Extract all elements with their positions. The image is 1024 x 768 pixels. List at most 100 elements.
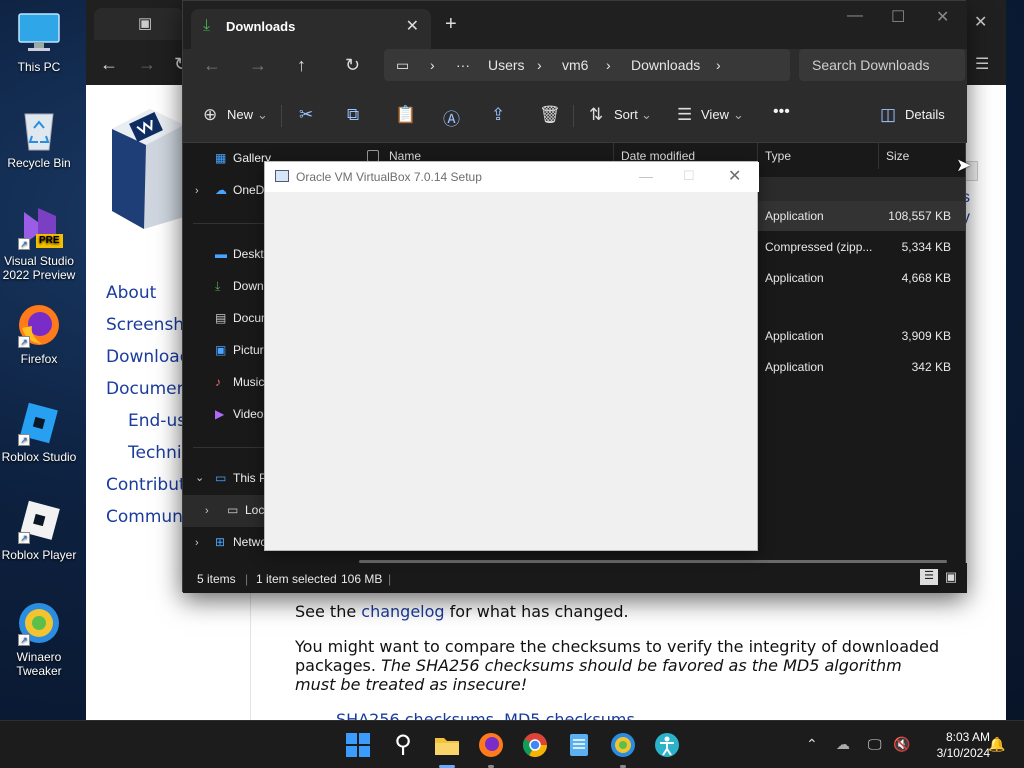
tab-label: Downloads bbox=[226, 19, 296, 34]
show-hidden-icons-chevron-up-icon[interactable]: ⌃ bbox=[806, 736, 818, 753]
desktop-icon-label: Winaero Tweaker bbox=[16, 650, 62, 678]
clock[interactable]: 8:03 AM 3/10/2024 bbox=[920, 729, 990, 761]
checksum-line: You might want to compare the checksums … bbox=[295, 637, 940, 656]
network-icon[interactable]: 🖵 bbox=[868, 736, 882, 753]
desktop-icon-recycle-bin[interactable]: Recycle Bin bbox=[0, 106, 78, 170]
chevron-right-icon[interactable]: › bbox=[195, 537, 199, 549]
close-tab-icon[interactable]: ✕ bbox=[406, 16, 419, 36]
search-icon[interactable]: ⚲ bbox=[389, 731, 417, 759]
desktop-icon-this-pc[interactable]: This PC bbox=[0, 10, 78, 74]
video-icon: ▶ bbox=[215, 407, 225, 421]
maximize-icon[interactable]: ☐ bbox=[683, 168, 695, 184]
up-icon[interactable]: ↑ bbox=[297, 55, 306, 76]
desktop-icon-winaero[interactable]: ↗ Winaero Tweaker bbox=[0, 600, 78, 678]
refresh-icon[interactable]: ↻ bbox=[345, 55, 360, 76]
music-icon: ♪ bbox=[215, 375, 221, 389]
tab-manager-icon[interactable]: ▣ bbox=[138, 14, 152, 32]
back-icon[interactable]: ← bbox=[100, 54, 118, 75]
desktop-icon-label: Visual Studio 2022 Preview bbox=[2, 254, 76, 282]
copy-icon[interactable]: ⧉ bbox=[347, 105, 359, 125]
mouse-cursor-icon: ➤ bbox=[956, 155, 972, 175]
firefox-icon bbox=[479, 733, 503, 757]
volume-muted-icon[interactable]: 🔇 bbox=[893, 736, 910, 753]
file-type: Compressed (zipp... bbox=[765, 240, 873, 254]
shortcut-arrow-icon: ↗ bbox=[18, 336, 30, 348]
nav-link-about[interactable]: About bbox=[106, 283, 156, 303]
sort-button[interactable]: Sort bbox=[614, 107, 638, 122]
nav-gallery[interactable]: ▦ Gallery bbox=[215, 151, 271, 165]
view-icon: ☰ bbox=[677, 105, 693, 124]
column-header-type[interactable]: Type bbox=[765, 149, 791, 163]
details-view-icon[interactable]: ☰ bbox=[920, 569, 938, 585]
picture-icon: ▣ bbox=[215, 343, 227, 357]
delete-icon[interactable]: 🗑 bbox=[539, 105, 561, 125]
checksum-links[interactable]: SHA256 checksums, MD5 checksums bbox=[336, 710, 635, 720]
desktop-icon-roblox-player[interactable]: ↗ Roblox Player bbox=[0, 498, 78, 562]
taskbar-accessibility-app[interactable] bbox=[653, 731, 681, 759]
address-bar[interactable]: ▭ › ··· Users › vm6 › Downloads › bbox=[384, 49, 790, 81]
large-icons-view-icon[interactable]: ▣ bbox=[942, 569, 960, 585]
view-button[interactable]: View bbox=[701, 107, 729, 122]
onedrive-cloud-icon[interactable]: ☁ bbox=[836, 736, 850, 753]
status-bar: 5 items | 1 item selected 106 MB | ☰ ▣ bbox=[183, 563, 967, 593]
forward-icon[interactable]: → bbox=[249, 55, 267, 76]
more-locations-icon[interactable]: ··· bbox=[456, 57, 470, 73]
close-window-icon[interactable]: ✕ bbox=[936, 7, 949, 27]
column-header-size[interactable]: Size bbox=[886, 149, 909, 163]
chevron-down-icon: ⌄ bbox=[641, 107, 652, 122]
nav-videos[interactable]: ▶ Videos bbox=[215, 407, 269, 421]
desktop-icon-label: Recycle Bin bbox=[7, 156, 71, 170]
italic-text: must be treated as insecure! bbox=[295, 675, 528, 694]
search-box[interactable]: Search Downloads bbox=[799, 49, 965, 81]
chevron-right-icon[interactable]: › bbox=[205, 505, 209, 517]
changelog-link[interactable]: changelog bbox=[361, 602, 444, 621]
chevron-down-icon: ⌄ bbox=[733, 107, 744, 122]
nav-music[interactable]: ♪ Music bbox=[215, 375, 264, 389]
back-icon[interactable]: ← bbox=[203, 55, 221, 76]
column-divider bbox=[878, 143, 879, 169]
taskbar: ⚲ ⌃ ☁ 🖵 🔇 8:03 AM 3/10/2024 🔔 bbox=[0, 720, 1024, 768]
desktop-icon-visual-studio[interactable]: PRE ↗ Visual Studio 2022 Preview bbox=[0, 204, 78, 282]
desktop-icon: ▬ bbox=[215, 247, 227, 261]
italic-text: The SHA256 checksums should be favored a… bbox=[381, 656, 902, 675]
taskbar-firefox[interactable] bbox=[477, 731, 505, 768]
roblox-player-icon: ↗ bbox=[16, 498, 62, 544]
breadcrumb-vm6[interactable]: vm6 bbox=[562, 57, 588, 73]
close-icon[interactable]: ✕ bbox=[728, 166, 741, 186]
browser-menu-icon[interactable]: ☰ bbox=[975, 54, 989, 74]
virtualbox-setup-dialog: Oracle VM VirtualBox 7.0.14 Setup — ☐ ✕ bbox=[264, 161, 759, 551]
minimize-icon[interactable]: — bbox=[847, 7, 863, 25]
taskbar-file-explorer[interactable] bbox=[433, 731, 461, 768]
forward-icon[interactable]: → bbox=[138, 54, 156, 75]
desktop-icon-roblox-studio[interactable]: ↗ Roblox Studio bbox=[0, 400, 78, 464]
new-tab-icon[interactable]: + bbox=[445, 13, 457, 36]
paste-icon[interactable]: 📋 bbox=[395, 105, 416, 125]
rename-icon[interactable]: Ⓐ bbox=[443, 105, 460, 130]
chrome-icon bbox=[522, 733, 547, 758]
text: packages. bbox=[295, 656, 382, 675]
share-icon[interactable]: ⇪ bbox=[491, 105, 505, 125]
details-pane-icon: ◫ bbox=[880, 105, 897, 124]
search-placeholder: Search Downloads bbox=[812, 57, 930, 73]
breadcrumb-users[interactable]: Users bbox=[488, 57, 525, 73]
chevron-down-icon[interactable]: ⌄ bbox=[195, 471, 204, 484]
file-size: 3,909 KB bbox=[901, 329, 951, 343]
maximize-icon[interactable]: ☐ bbox=[891, 7, 905, 27]
tab-downloads[interactable]: ⤓ Downloads ✕ bbox=[191, 9, 431, 49]
desktop-icon-firefox[interactable]: ↗ Firefox bbox=[0, 302, 78, 366]
start-button[interactable] bbox=[344, 731, 372, 759]
notification-bell-icon[interactable]: 🔔 bbox=[988, 736, 1005, 753]
new-button[interactable]: New bbox=[227, 107, 253, 122]
more-options-icon[interactable]: ••• bbox=[773, 103, 790, 121]
taskbar-chrome[interactable] bbox=[521, 731, 549, 759]
chevron-right-icon[interactable]: › bbox=[195, 185, 199, 197]
minimize-icon[interactable]: — bbox=[639, 168, 653, 184]
browser-close-icon[interactable]: ✕ bbox=[974, 12, 987, 32]
details-button[interactable]: Details bbox=[905, 107, 945, 122]
taskbar-winaero[interactable] bbox=[609, 731, 637, 768]
breadcrumb-downloads[interactable]: Downloads bbox=[631, 57, 700, 73]
dialog-title: Oracle VM VirtualBox 7.0.14 Setup bbox=[296, 170, 482, 184]
file-type: Application bbox=[765, 360, 824, 374]
cut-icon[interactable]: ✂ bbox=[299, 105, 313, 125]
taskbar-notepad[interactable] bbox=[565, 731, 593, 759]
